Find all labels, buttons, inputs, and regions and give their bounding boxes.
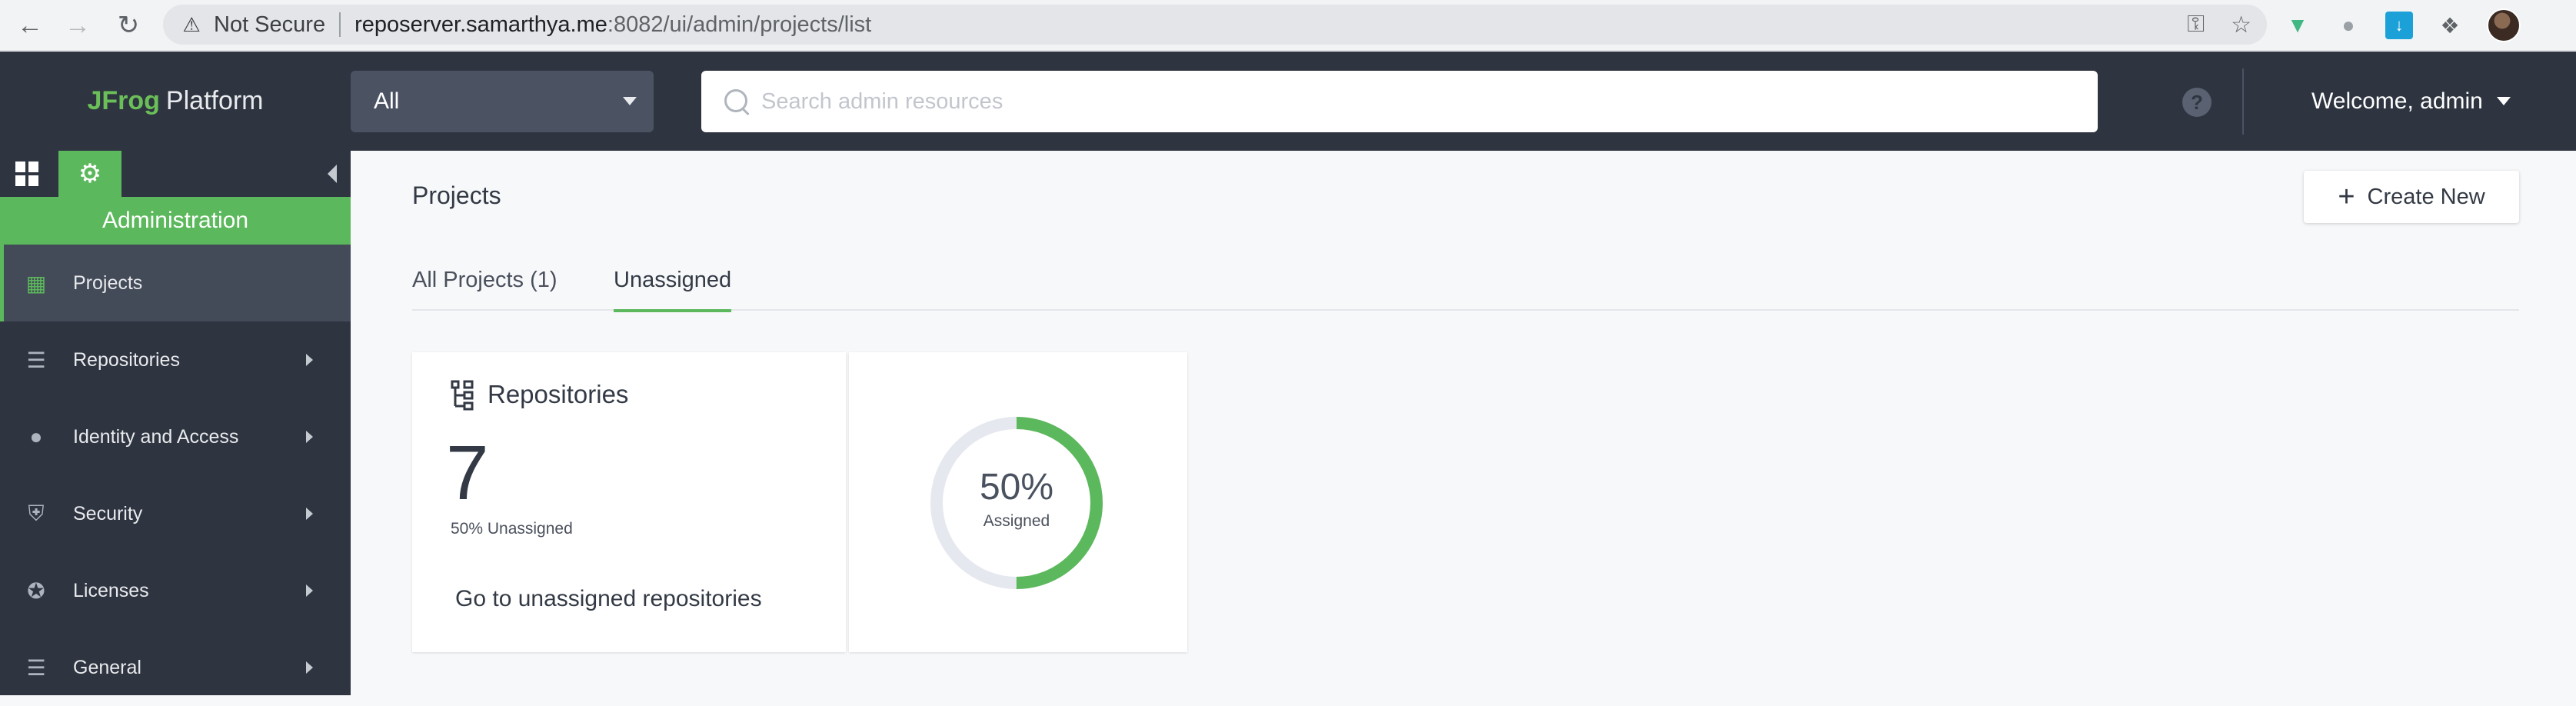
header-divider [2242, 68, 2244, 135]
collapse-sidebar-icon[interactable] [328, 165, 337, 183]
sidebar-item-label: Licenses [73, 579, 149, 601]
application-grid-icon[interactable] [15, 162, 40, 186]
brand-platform: Platform [165, 86, 264, 115]
sidebar-item-general[interactable]: ☰ General [0, 629, 351, 706]
sidebar-item-projects[interactable]: ▦ Projects [0, 245, 351, 321]
sidebar-item-repositories[interactable]: ☰ Repositories [0, 321, 351, 398]
caret-down-icon [2496, 97, 2511, 105]
ghost-extension-icon[interactable]: ● [2335, 12, 2362, 39]
url-path: :8082/ui/admin/projects/list [607, 12, 872, 37]
search-input[interactable] [761, 88, 1992, 115]
back-icon[interactable]: ← [11, 6, 49, 45]
jfrog-logo[interactable]: JFrog Platform [0, 52, 351, 151]
sliders-icon: ☰ [26, 655, 46, 680]
sidebar-item-identity-and-access[interactable]: ● Identity and Access [0, 398, 351, 475]
tab-all-projects[interactable]: All Projects (1) [412, 265, 557, 311]
create-new-label: Create New [2367, 184, 2485, 209]
url-host: reposerver.samarthya.me [354, 12, 607, 37]
donut-label: Assigned [983, 512, 1050, 530]
bookmark-star-icon[interactable]: ☆ [2231, 12, 2252, 38]
sidebar-item-label: Identity and Access [73, 425, 239, 448]
sidebar: ⚙ Administration ▦ Projects ☰ Repositori… [0, 151, 351, 695]
tab-unassigned[interactable]: Unassigned [614, 265, 732, 312]
brand-jfrog: JFrog [87, 86, 160, 115]
assigned-donut-chart: 50% Assigned [926, 412, 1107, 594]
warning-icon: ⚠ [182, 12, 201, 36]
address-bar[interactable]: ⚠ Not Secure reposerver.samarthya.me :80… [163, 5, 2267, 45]
not-secure-label[interactable]: Not Secure [214, 12, 325, 38]
vue-extension-icon[interactable]: ▼ [2284, 12, 2311, 39]
project-tabs: All Projects (1) Unassigned [412, 265, 2519, 312]
sidebar-item-label: Security [73, 502, 143, 525]
app-header: JFrog Platform All ? Welcome, admin [0, 52, 2576, 151]
administration-gear-icon[interactable]: ⚙ [58, 151, 121, 197]
help-icon[interactable]: ? [2182, 88, 2212, 117]
extensions-puzzle-icon[interactable]: ❖ [2436, 12, 2464, 39]
expand-arrow-icon [306, 354, 313, 366]
repositories-card: Repositories 7 50% Unassigned Go to unas… [412, 352, 846, 652]
forward-icon[interactable]: → [58, 6, 97, 45]
shield-icon: ⛨ [28, 501, 45, 525]
welcome-label: Welcome, admin [2311, 88, 2483, 114]
assigned-donut-card: 50% Assigned [849, 352, 1187, 652]
plus-icon: + [2338, 181, 2355, 213]
repositories-icon: ☰ [26, 348, 46, 372]
scope-value: All [374, 88, 400, 114]
profile-avatar[interactable] [2487, 8, 2521, 42]
sidebar-item-security[interactable]: ⛨ Security [0, 475, 351, 552]
expand-arrow-icon [306, 661, 313, 674]
expand-arrow-icon [306, 508, 313, 520]
sidebar-item-label: Projects [73, 271, 143, 294]
expand-arrow-icon [306, 431, 313, 443]
badge-ribbon-icon: ✪ [27, 578, 45, 603]
repository-count: 7 [446, 430, 489, 516]
search-icon [721, 86, 752, 117]
user-menu[interactable]: Welcome, admin [2311, 52, 2511, 151]
go-to-unassigned-link[interactable]: Go to unassigned repositories [455, 586, 762, 612]
browser-toolbar: ← → ↻ ⚠ Not Secure reposerver.samarthya.… [0, 0, 2576, 51]
donut-percentage: 50% [979, 467, 1054, 508]
unassigned-percentage: 50% Unassigned [451, 520, 573, 538]
key-icon[interactable]: ⚿ [2187, 12, 2205, 38]
sidebar-item-label: Repositories [73, 348, 180, 371]
download-extension-icon[interactable]: ↓ [2385, 12, 2413, 39]
reload-icon[interactable]: ↻ [109, 6, 148, 45]
page-title: Projects [412, 181, 501, 209]
card-title: Repositories [488, 380, 629, 408]
omnibox-divider [339, 12, 341, 37]
projects-icon: ▦ [25, 271, 47, 295]
scope-dropdown[interactable]: All [351, 71, 654, 132]
repositories-icon [451, 380, 474, 411]
sidebar-item-label: General [73, 656, 141, 678]
search-box[interactable] [701, 71, 2098, 132]
sidebar-module-tabs: ⚙ [0, 151, 351, 197]
administration-banner: Administration [0, 197, 351, 245]
user-icon: ● [29, 425, 43, 448]
create-new-button[interactable]: + Create New [2304, 171, 2519, 223]
sidebar-item-licenses[interactable]: ✪ Licenses [0, 552, 351, 629]
expand-arrow-icon [306, 584, 313, 597]
caret-down-icon [623, 97, 637, 105]
